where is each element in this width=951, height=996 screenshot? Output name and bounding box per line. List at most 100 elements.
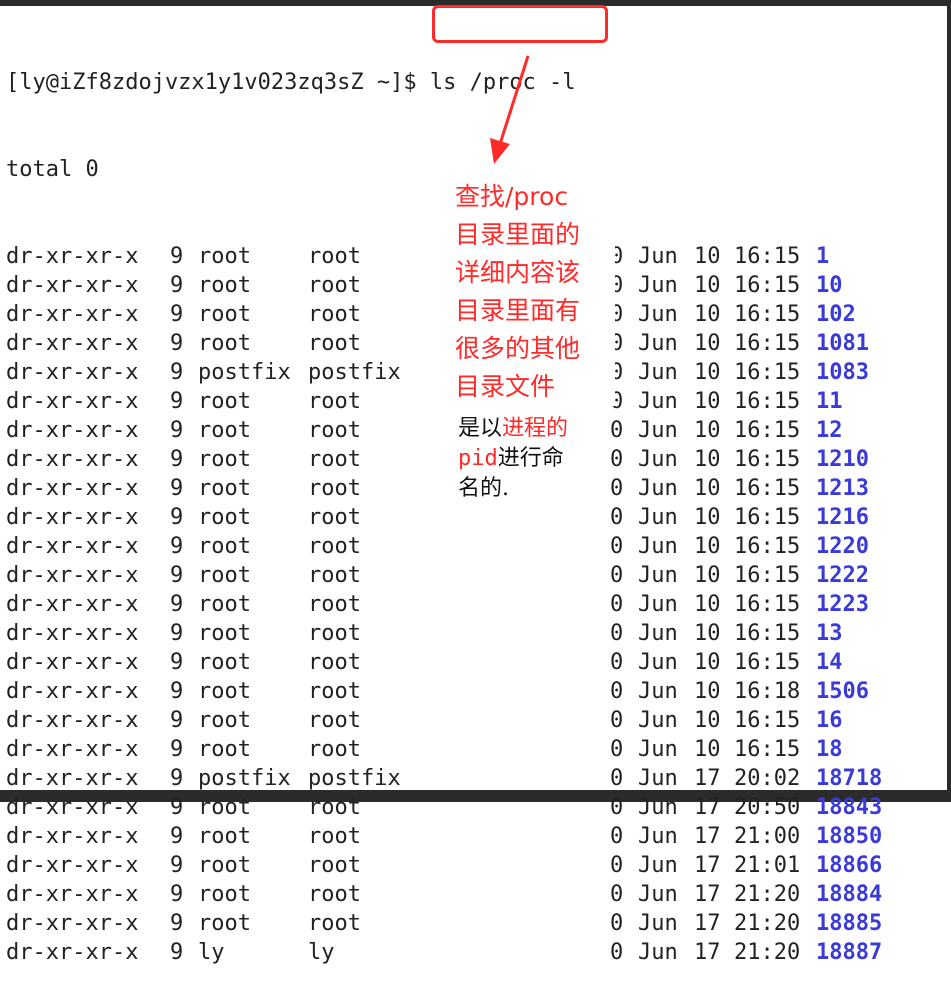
time: 16:15 bbox=[734, 244, 801, 269]
time: 16:15 bbox=[734, 273, 801, 298]
permissions: dr-xr-xr-x bbox=[6, 940, 139, 965]
entry-name: 18718 bbox=[816, 766, 883, 791]
group: root bbox=[308, 621, 361, 646]
owner: root bbox=[198, 505, 251, 530]
month: Jun bbox=[638, 592, 678, 617]
month: Jun bbox=[638, 795, 678, 820]
entry-name: 1223 bbox=[816, 592, 869, 617]
day: 17 bbox=[694, 853, 721, 878]
permissions: dr-xr-xr-x bbox=[6, 911, 139, 936]
annotation-text: 是以 bbox=[458, 416, 503, 441]
time: 20:50 bbox=[734, 795, 801, 820]
day: 17 bbox=[694, 882, 721, 907]
group: root bbox=[308, 650, 361, 675]
permissions: dr-xr-xr-x bbox=[6, 853, 139, 878]
owner: root bbox=[198, 389, 251, 414]
entry-name: 12 bbox=[816, 418, 843, 443]
entry-name: 10 bbox=[816, 273, 843, 298]
day: 17 bbox=[694, 940, 721, 965]
group: root bbox=[308, 476, 361, 501]
entry-name: 1210 bbox=[816, 447, 869, 472]
day: 10 bbox=[694, 389, 721, 414]
day: 10 bbox=[694, 244, 721, 269]
permissions: dr-xr-xr-x bbox=[6, 824, 139, 849]
permissions: dr-xr-xr-x bbox=[6, 621, 139, 646]
month: Jun bbox=[638, 563, 678, 588]
owner: postfix bbox=[198, 360, 291, 385]
permissions: dr-xr-xr-x bbox=[6, 766, 139, 791]
permissions: dr-xr-xr-x bbox=[6, 882, 139, 907]
owner: root bbox=[198, 418, 251, 443]
owner: root bbox=[198, 331, 251, 356]
link-count: 9 bbox=[170, 795, 184, 820]
month: Jun bbox=[638, 766, 678, 791]
permissions: dr-xr-xr-x bbox=[6, 795, 139, 820]
shell-prompt: [ly@iZf8zdojvzx1y1v023zq3sZ ~]$ bbox=[6, 70, 430, 95]
link-count: 9 bbox=[170, 563, 184, 588]
listing-row: dr-xr-xr-x 9 root root 0 Jun 10 16:15 1220 bbox=[6, 532, 941, 561]
permissions: dr-xr-xr-x bbox=[6, 505, 139, 530]
annotation-black: 是以进程的 pid进行命 名的. bbox=[458, 414, 606, 504]
listing-row: dr-xr-xr-x 9 root root 0 Jun 10 16:15 1216 bbox=[6, 503, 941, 532]
day: 10 bbox=[694, 273, 721, 298]
time: 16:15 bbox=[734, 447, 801, 472]
month: Jun bbox=[638, 302, 678, 327]
day: 10 bbox=[694, 418, 721, 443]
time: 16:18 bbox=[734, 679, 801, 704]
permissions: dr-xr-xr-x bbox=[6, 302, 139, 327]
link-count: 9 bbox=[170, 679, 184, 704]
owner: ly bbox=[198, 940, 225, 965]
group: root bbox=[308, 708, 361, 733]
group: root bbox=[308, 737, 361, 762]
entry-name: 18885 bbox=[816, 911, 883, 936]
permissions: dr-xr-xr-x bbox=[6, 563, 139, 588]
day: 10 bbox=[694, 737, 721, 762]
day: 10 bbox=[694, 331, 721, 356]
time: 21:01 bbox=[734, 853, 801, 878]
group: root bbox=[308, 389, 361, 414]
link-count: 9 bbox=[170, 911, 184, 936]
command-highlight-box bbox=[432, 5, 608, 43]
month: Jun bbox=[638, 273, 678, 298]
annotation-red-line: 目录文件 bbox=[455, 372, 556, 401]
listing-row: dr-xr-xr-x 9 root root 0 Jun 10 16:15 16 bbox=[6, 706, 941, 735]
group: root bbox=[308, 418, 361, 443]
day: 17 bbox=[694, 824, 721, 849]
link-count: 9 bbox=[170, 824, 184, 849]
link-count: 9 bbox=[170, 389, 184, 414]
link-count: 9 bbox=[170, 447, 184, 472]
size: 0 bbox=[610, 795, 624, 820]
owner: root bbox=[198, 447, 251, 472]
annotation-highlight: pid bbox=[458, 446, 498, 471]
month: Jun bbox=[638, 737, 678, 762]
day: 10 bbox=[694, 708, 721, 733]
size: 0 bbox=[610, 592, 624, 617]
entry-name: 1213 bbox=[816, 476, 869, 501]
day: 17 bbox=[694, 795, 721, 820]
time: 21:20 bbox=[734, 940, 801, 965]
listing-row: dr-xr-xr-x 9 root root 0 Jun 17 21:20 18885 bbox=[6, 909, 941, 938]
listing-row: dr-xr-xr-x 9 root root 0 Jun 17 21:20 18884 bbox=[6, 880, 941, 909]
day: 10 bbox=[694, 302, 721, 327]
month: Jun bbox=[638, 621, 678, 646]
time: 16:15 bbox=[734, 592, 801, 617]
owner: root bbox=[198, 679, 251, 704]
owner: root bbox=[198, 795, 251, 820]
listing-row: dr-xr-xr-x 9 root root 0 Jun 10 16:15 1223 bbox=[6, 590, 941, 619]
annotation-red: 查找/proc 目录里面的 详细内容该 目录里面有 很多的其他 目录文件 bbox=[455, 178, 615, 406]
listing-row: dr-xr-xr-x 9 root root 0 Jun 17 21:01 18866 bbox=[6, 851, 941, 880]
owner: root bbox=[198, 853, 251, 878]
group: root bbox=[308, 273, 361, 298]
group: root bbox=[308, 824, 361, 849]
size: 0 bbox=[610, 418, 624, 443]
permissions: dr-xr-xr-x bbox=[6, 650, 139, 675]
group: root bbox=[308, 534, 361, 559]
month: Jun bbox=[638, 679, 678, 704]
time: 16:15 bbox=[734, 650, 801, 675]
listing-row: dr-xr-xr-x 9 root root 0 Jun 17 20:50 18843 bbox=[6, 793, 941, 822]
listing-row: dr-xr-xr-x 9 root root 0 Jun 10 16:15 13 bbox=[6, 619, 941, 648]
month: Jun bbox=[638, 389, 678, 414]
link-count: 9 bbox=[170, 592, 184, 617]
owner: root bbox=[198, 824, 251, 849]
group: root bbox=[308, 505, 361, 530]
